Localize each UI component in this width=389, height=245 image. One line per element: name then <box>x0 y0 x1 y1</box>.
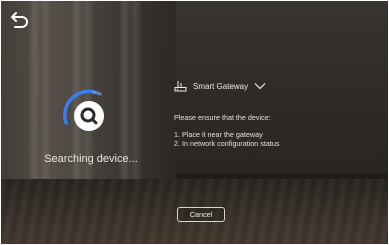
instruction-item: 2. In network configuration status <box>174 139 280 148</box>
search-spinner <box>60 87 118 145</box>
gateway-label: Smart Gateway <box>193 81 249 91</box>
instruction-item: 1. Place it near the gateway <box>174 130 263 139</box>
chevron-down-icon <box>254 82 266 90</box>
instruction-title: Please ensure that the device: <box>174 113 271 122</box>
magnifier-icon <box>74 101 104 131</box>
pairing-screen: Searching device... Smart Gateway Please… <box>1 1 388 244</box>
instruction-list: 1. Place it near the gateway 2. In netwo… <box>174 130 279 148</box>
back-arrow-icon <box>11 12 28 28</box>
cancel-button[interactable]: Cancel <box>177 207 225 222</box>
router-icon <box>174 80 187 92</box>
back-button[interactable] <box>9 9 31 31</box>
gateway-selector[interactable]: Smart Gateway <box>174 78 266 94</box>
searching-status: Searching device... <box>44 153 138 165</box>
